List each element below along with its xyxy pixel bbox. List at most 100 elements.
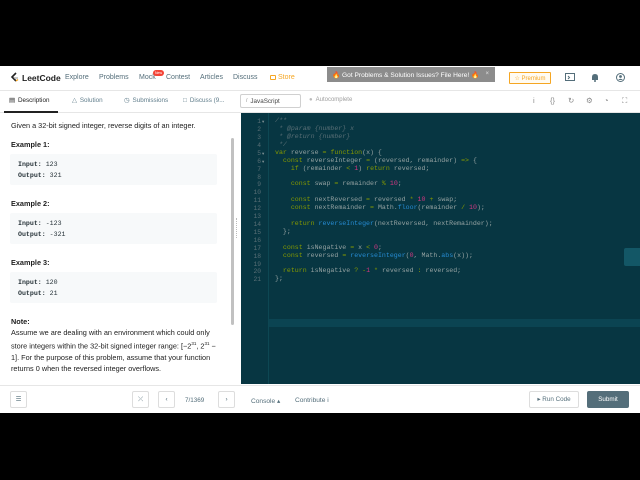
autocomplete-toggle[interactable]: ● Autocomplete — [309, 97, 352, 103]
tab-discuss[interactable]: □ Discuss (9... — [183, 97, 224, 104]
chevron-right-icon: › — [225, 396, 228, 403]
leetcode-window: LeetCode Explore Problems Mock New Conte… — [0, 66, 640, 413]
example-3-input: 120 — [45, 279, 58, 286]
code-line-7: if (remainder < 1) return reversed; — [290, 165, 430, 172]
code-editor[interactable]: 1 ▾ 2 3 4 5 ▾ 6 ▾ 7 8 9 10 11 12 13 14 15 16 17 18 19 20 21 /**… — [241, 113, 640, 384]
store-icon — [270, 75, 276, 80]
example-2-output-label: Output: — [18, 231, 46, 238]
example-1-output-label: Output: — [18, 172, 46, 179]
example-3-output: 21 — [49, 290, 58, 297]
playground-icon[interactable] — [565, 73, 575, 84]
line-number: 2 — [257, 125, 261, 133]
run-code-button[interactable]: ▸ Run Code — [529, 391, 579, 408]
code-icon: / — [246, 98, 248, 104]
autocomplete-label: Autocomplete — [315, 97, 353, 103]
discuss-icon: □ — [183, 97, 187, 104]
code-line-12: const nextRemainder = Math.floor(remaind… — [290, 204, 485, 211]
line-number: 20 — [253, 267, 261, 275]
shuffle-button[interactable]: ⤫ — [132, 391, 149, 408]
line-number: 6 — [257, 157, 261, 165]
tab-submissions-label: Submissions — [132, 97, 169, 104]
language-select[interactable]: / JavaScript — [240, 94, 301, 108]
contribute-link[interactable]: Contribute i — [295, 397, 329, 404]
settings-icon[interactable]: ⚙ — [586, 96, 593, 105]
nav-contest[interactable]: Contest — [166, 74, 190, 81]
line-number: 19 — [253, 260, 261, 268]
user-avatar-icon[interactable] — [616, 73, 625, 84]
code-line-21: }; — [275, 275, 283, 282]
code-line-20: return isNegative ? -1 * reversed : reve… — [282, 267, 462, 274]
example-2-label: Example 2: — [11, 199, 50, 208]
logo-text: LeetCode — [22, 72, 61, 83]
tab-description-label: Description — [17, 97, 50, 104]
language-label: JavaScript — [250, 97, 280, 105]
example-1-box: Input: 123 Output: 321 — [10, 154, 217, 185]
code-line-11: const nextReversed = reversed * 10 + swa… — [290, 196, 458, 203]
fold-arrow-icon[interactable]: ▾ — [262, 159, 264, 165]
submit-button[interactable]: Submit — [587, 391, 629, 408]
nav-store[interactable]: Store — [270, 74, 295, 81]
line-number: 8 — [257, 173, 261, 181]
nav-discuss[interactable]: Discuss — [233, 74, 258, 81]
code-line-9: const swap = remainder % 10; — [290, 180, 402, 187]
bottom-toolbar: ☰ ⤫ ‹ 7/1369 › Console ▴ Contribute i ▸ … — [0, 385, 640, 413]
retrieve-code-icon[interactable]: ◔ — [604, 96, 609, 105]
nav-explore[interactable]: Explore — [65, 74, 89, 81]
next-problem-button[interactable]: › — [218, 391, 235, 408]
bell-icon[interactable] — [591, 73, 599, 84]
editor-side-tab[interactable] — [624, 248, 640, 266]
line-number: 21 — [253, 275, 261, 283]
panel-resize-handle[interactable] — [236, 218, 239, 238]
console-toggle[interactable]: Console ▴ — [251, 397, 280, 405]
top-navigation: LeetCode Explore Problems Mock New Conte… — [0, 66, 640, 91]
example-3-label: Example 3: — [11, 258, 50, 267]
tab-submissions[interactable]: ◷ Submissions — [124, 97, 168, 104]
code-line-14: return reverseInteger(nextReversed, next… — [290, 220, 493, 227]
leetcode-logo-icon — [10, 72, 19, 83]
braces-icon[interactable]: {} — [550, 96, 555, 105]
reset-icon[interactable]: ↻ — [568, 96, 574, 105]
code-line-15: }; — [282, 228, 291, 235]
info-icon[interactable]: i — [533, 96, 535, 105]
shuffle-icon: ⤫ — [137, 395, 144, 403]
file-issues-banner[interactable]: 🔥 Got Problems & Solution Issues? File H… — [327, 67, 495, 82]
premium-button[interactable]: ☆ Premium — [509, 72, 551, 84]
line-number: 17 — [253, 244, 261, 252]
flask-icon: △ — [72, 97, 77, 104]
example-3-output-label: Output: — [18, 290, 46, 297]
nav-problems[interactable]: Problems — [99, 74, 129, 81]
store-label: Store — [278, 74, 295, 81]
description-scrollbar[interactable] — [231, 138, 234, 325]
line-number: 11 — [253, 196, 261, 204]
logo[interactable]: LeetCode — [10, 72, 61, 83]
note-text-part-1: Assume we are dealing with an environmen… — [11, 328, 210, 351]
close-icon[interactable]: × — [485, 71, 489, 77]
note-label: Note: — [11, 317, 30, 326]
line-number: 7 — [257, 165, 261, 173]
prev-problem-button[interactable]: ‹ — [158, 391, 175, 408]
toggle-dot-icon: ● — [309, 97, 313, 103]
fullscreen-icon[interactable]: ⛶ — [622, 96, 627, 106]
code-line-2: * @param {number} x — [275, 125, 355, 132]
line-number: 9 — [257, 180, 261, 188]
line-number: 10 — [253, 188, 261, 196]
banner-text: 🔥 Got Problems & Solution Issues? File H… — [332, 71, 480, 79]
line-number: 4 — [257, 141, 261, 149]
fold-arrow-icon[interactable]: ▾ — [262, 119, 264, 125]
example-2-input: -123 — [45, 220, 62, 227]
nav-articles[interactable]: Articles — [200, 74, 223, 81]
example-1-input: 123 — [45, 161, 58, 168]
tab-description[interactable]: ▤ Description — [9, 97, 49, 104]
tab-solution[interactable]: △ Solution — [72, 97, 103, 104]
problem-list-button[interactable]: ☰ — [10, 391, 27, 408]
line-number: 14 — [253, 220, 261, 228]
fold-arrow-icon[interactable]: ▾ — [262, 151, 264, 157]
line-number: 5 — [257, 149, 261, 157]
code-line-18: const reversed = reverseInteger(0, Math.… — [282, 252, 473, 259]
example-1-input-label: Input: — [18, 161, 42, 168]
problem-statement: Given a 32-bit signed integer, reverse d… — [11, 121, 196, 130]
